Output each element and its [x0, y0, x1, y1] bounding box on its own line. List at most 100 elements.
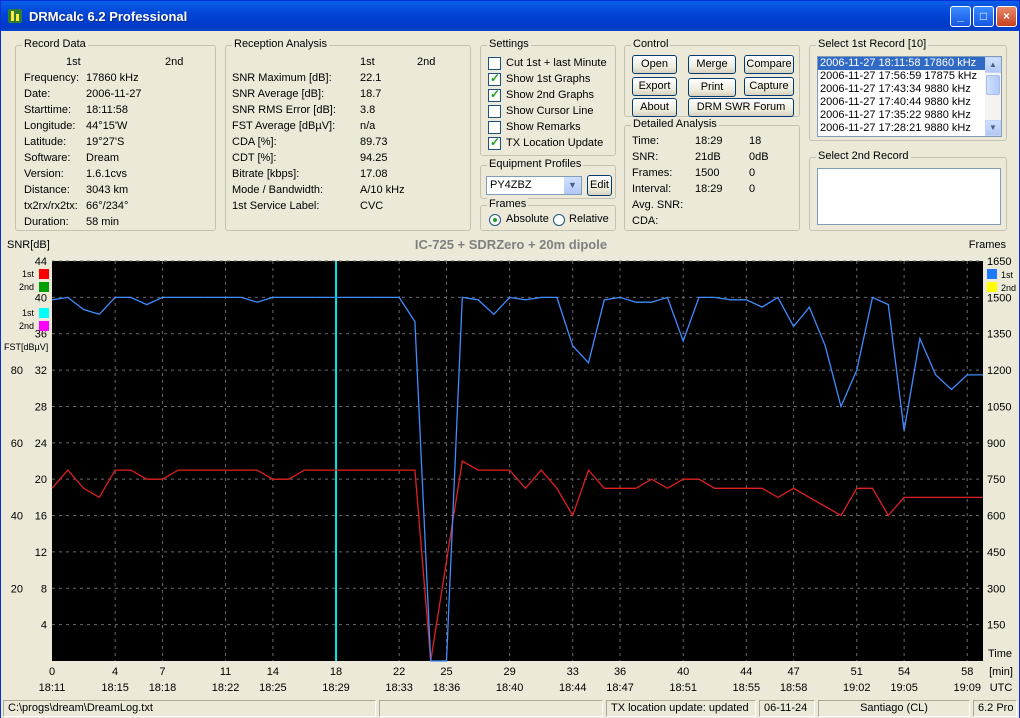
fst-tick-label: 40 [11, 511, 23, 523]
open-button[interactable]: Open [632, 55, 677, 74]
record-data-group: Record Data 1st 2nd Frequency: 17860 kHz D… [15, 38, 216, 231]
settings-checkbox[interactable] [488, 105, 501, 118]
record-field-value: Dream [86, 152, 120, 164]
detailed-field-value-1st: 21dB [695, 151, 721, 163]
reception-field-label: CDT [%]: [232, 152, 277, 164]
x-tick-label: 7 [159, 666, 165, 678]
settings-title: Settings [487, 38, 531, 50]
second-record-listbox[interactable] [817, 168, 1001, 225]
record-list-scrollbar[interactable]: ▲ ▼ [985, 57, 1001, 136]
record-list-item[interactable]: 2006-11-27 17:40:44 9880 kHz [818, 96, 1001, 109]
x-tick-label: 51 [851, 666, 863, 678]
record-field-value: 66°/234° [86, 200, 129, 212]
x-time-label: 18:47 [606, 682, 634, 694]
frames-group: Frames Absolute Relative [480, 198, 616, 231]
x-utc-label: UTC [990, 682, 1013, 694]
x-tick-label: 14 [267, 666, 279, 678]
status-date: 06-11-24 [759, 700, 815, 717]
x-tick-label: 4 [112, 666, 118, 678]
settings-checkbox[interactable] [488, 87, 501, 102]
settings-option-label[interactable]: Show 1st Graphs [506, 73, 590, 85]
detailed-field-value-1st: 18:29 [695, 135, 723, 147]
record-list-item[interactable]: 2006-11-27 18:11:58 17860 kHz [818, 57, 1001, 70]
frames-tick-label: 1050 [987, 401, 1011, 413]
snr-tick-label: 24 [35, 438, 47, 450]
settings-option-label[interactable]: Cut 1st + last Minute [506, 57, 607, 69]
detailed-analysis-title: Detailed Analysis [631, 118, 719, 130]
frames-tick-label: 1200 [987, 365, 1011, 377]
reception-field-label: FST Average [dBµV]: [232, 120, 336, 132]
status-empty-panel [379, 700, 603, 717]
equipment-profiles-title: Equipment Profiles [487, 158, 584, 170]
x-tick-label: 40 [677, 666, 689, 678]
reception-field-value: A/10 kHz [360, 184, 405, 196]
detailed-field-value-2nd: 0 [749, 167, 756, 179]
maximize-button[interactable]: □ [973, 6, 994, 27]
snr-tick-label: 16 [35, 511, 47, 523]
record-list-item[interactable]: 2006-11-27 17:35:22 9880 kHz [818, 109, 1001, 122]
fst-axis-label: FST[dBµV] [4, 342, 48, 352]
legend-left-label: 1st [22, 308, 35, 318]
frames-absolute-label: Absolute [506, 213, 549, 225]
settings-option-label[interactable]: Show 2nd Graphs [506, 89, 594, 101]
frames-relative-label: Relative [569, 213, 609, 225]
settings-option-label[interactable]: TX Location Update [506, 137, 603, 149]
print-button[interactable]: Print [688, 78, 736, 97]
reception-field-label: CDA [%]: [232, 136, 277, 148]
record-col-2nd: 2nd [165, 56, 184, 68]
settings-checkbox[interactable] [488, 57, 501, 70]
drm-swr-forum-button[interactable]: DRM SWR Forum [688, 98, 794, 117]
reception-analysis-title: Reception Analysis [232, 38, 329, 50]
reception-col-2nd: 2nd [417, 56, 436, 68]
legend-right-label: 1st [1001, 270, 1014, 280]
snr-tick-label: 44 [35, 256, 47, 268]
x-time-label: 18:36 [433, 682, 461, 694]
snr-tick-label: 12 [35, 547, 47, 559]
frames-absolute-radio[interactable] [489, 214, 501, 226]
export-button[interactable]: Export [632, 77, 677, 96]
settings-option-label[interactable]: Show Cursor Line [506, 105, 593, 117]
frames-tick-label: 150 [987, 620, 1005, 632]
equipment-profile-select[interactable]: PY4ZBZ ▼ [486, 176, 582, 195]
snr-frames-chart[interactable]: IC-725 + SDRZero + 20m dipole SNR[dB] Fram… [1, 237, 1020, 697]
record-field-value: 1.6.1cvs [86, 168, 127, 180]
merge-button[interactable]: Merge [688, 55, 736, 74]
minimize-button[interactable]: _ [950, 6, 971, 27]
settings-option-label[interactable]: Show Remarks [506, 121, 581, 133]
detailed-field-value-2nd: 0 [749, 183, 756, 195]
select-2nd-record-group: Select 2nd Record [809, 150, 1007, 231]
x-unit-label: [min] [989, 666, 1013, 678]
record-field-value: 3043 km [86, 184, 129, 196]
close-button[interactable]: × [996, 6, 1017, 27]
record-list-item[interactable]: 2006-11-27 17:43:34 9880 kHz [818, 83, 1001, 96]
chevron-down-icon[interactable]: ▼ [564, 177, 581, 194]
scroll-up-icon[interactable]: ▲ [985, 57, 1001, 73]
scroll-thumb[interactable] [986, 75, 1000, 95]
edit-profile-button[interactable]: Edit [587, 175, 612, 196]
record-listbox[interactable]: 2006-11-27 18:11:58 17860 kHz 2006-11-27 … [817, 56, 1002, 137]
record-field-label: Distance: [24, 184, 70, 196]
compare-button[interactable]: Compare [744, 55, 794, 74]
settings-checkbox[interactable] [488, 71, 501, 86]
reception-field-value: CVC [360, 200, 384, 212]
detailed-field-label: Time: [632, 135, 660, 147]
record-list-item[interactable]: 2006-11-27 17:56:59 17875 kHz [818, 70, 1001, 83]
reception-field-value: 3.8 [360, 104, 376, 116]
settings-checkbox[interactable] [488, 121, 501, 134]
record-list-item[interactable]: 2006-11-27 17:28:21 9880 kHz [818, 122, 1001, 135]
plot-area [52, 261, 983, 661]
scroll-down-icon[interactable]: ▼ [985, 120, 1001, 136]
about-button[interactable]: About [632, 98, 677, 117]
reception-field-label: SNR RMS Error [dB]: [232, 104, 336, 116]
settings-checkbox[interactable] [488, 135, 501, 150]
control-group: Control Open Merge Compare Export Print … [624, 38, 800, 117]
x-tick-label: 58 [961, 666, 973, 678]
record-list-items: 2006-11-27 18:11:58 17860 kHz 2006-11-27 … [818, 57, 1001, 135]
detailed-field-label: Frames: [632, 167, 673, 179]
fst-tick-label: 20 [11, 583, 23, 595]
title-bar[interactable]: DRMcalc 6.2 Professional _ □ × [1, 1, 1019, 31]
control-title: Control [631, 38, 671, 50]
capture-button[interactable]: Capture [744, 77, 794, 96]
reception-field-value: 22.1 [360, 72, 382, 84]
frames-relative-radio[interactable] [553, 214, 565, 226]
